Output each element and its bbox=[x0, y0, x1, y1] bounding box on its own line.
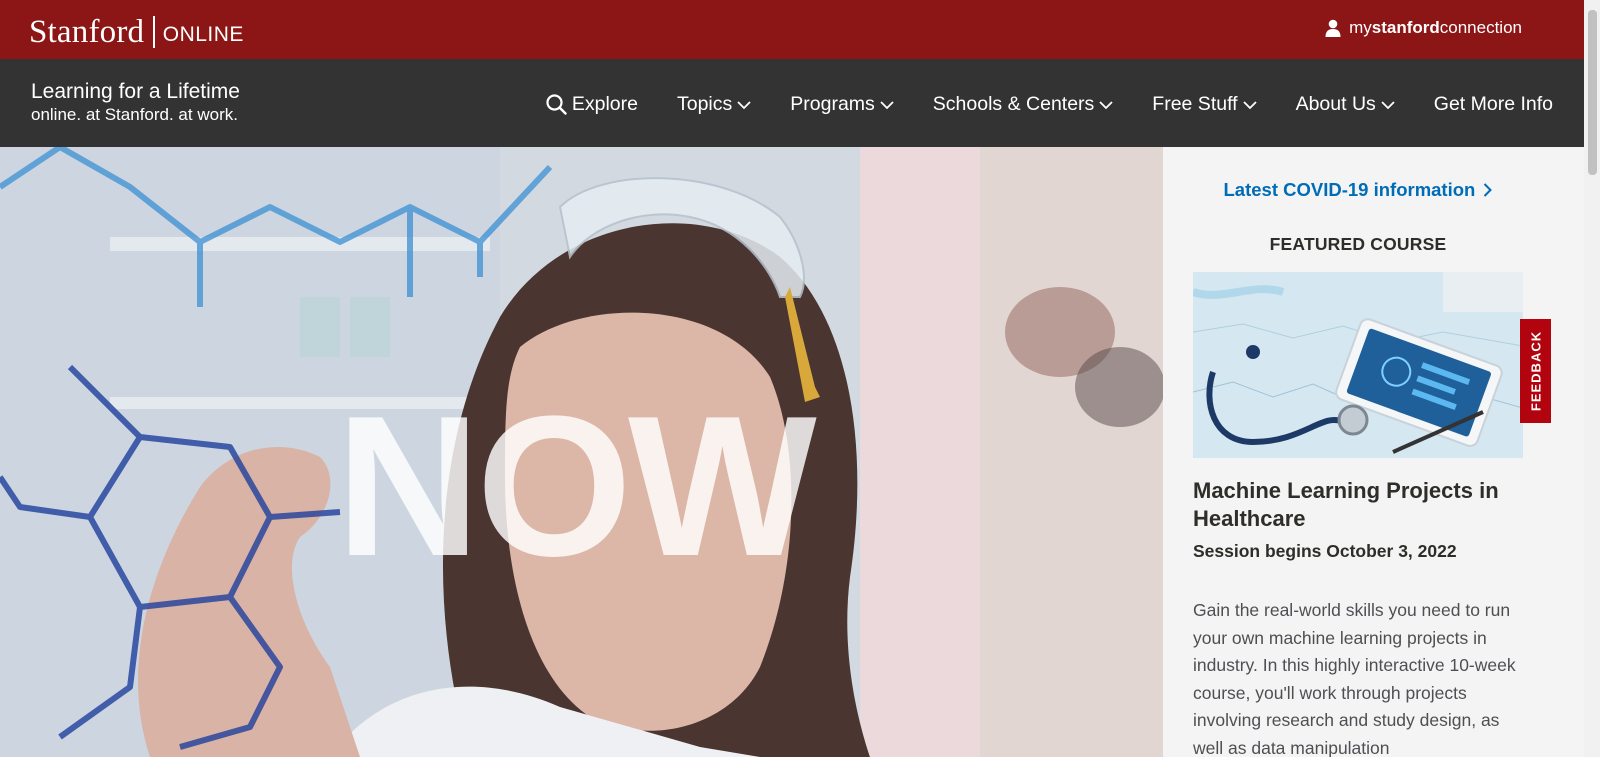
top-bar: Stanford ONLINE my stanford connection bbox=[0, 0, 1584, 59]
course-image[interactable] bbox=[1193, 272, 1523, 458]
primary-nav: Explore Topics Programs Schools & Center… bbox=[546, 93, 1553, 116]
site-tagline[interactable]: Learning for a Lifetime online. at Stanf… bbox=[31, 79, 240, 125]
main-nav-bar: Learning for a Lifetime online. at Stanf… bbox=[0, 59, 1584, 147]
course-title[interactable]: Machine Learning Projects in Healthcare bbox=[1193, 477, 1533, 533]
course-session-date: Session begins October 3, 2022 bbox=[1193, 541, 1457, 561]
account-link-prefix: my bbox=[1349, 18, 1372, 37]
chevron-down-icon bbox=[1099, 101, 1113, 110]
nav-get-more-info[interactable]: Get More Info bbox=[1434, 93, 1553, 116]
nav-free-stuff-label: Free Stuff bbox=[1152, 93, 1238, 115]
nav-schools-centers-label: Schools & Centers bbox=[932, 93, 1095, 115]
covid-info-link[interactable]: Latest COVID-19 information bbox=[1163, 179, 1553, 201]
nav-programs-label: Programs bbox=[790, 93, 875, 115]
hero-headline: NOW bbox=[336, 375, 817, 598]
nav-schools-centers[interactable]: Schools & Centers bbox=[933, 93, 1114, 116]
account-link-bold: stanford bbox=[1371, 18, 1440, 37]
nav-topics[interactable]: Topics bbox=[677, 93, 751, 116]
tagline-subtitle: online. at Stanford. at work. bbox=[31, 105, 238, 124]
logo-divider bbox=[153, 16, 155, 48]
my-stanford-connection-link[interactable]: my stanford connection bbox=[1325, 18, 1522, 38]
nav-about-us-label: About Us bbox=[1295, 93, 1376, 115]
nav-about-us[interactable]: About Us bbox=[1296, 93, 1395, 116]
covid-link-label: Latest COVID-19 information bbox=[1223, 179, 1476, 200]
featured-course-heading: FEATURED COURSE bbox=[1269, 234, 1447, 254]
scrollbar-thumb[interactable] bbox=[1588, 10, 1597, 175]
nav-get-more-info-label: Get More Info bbox=[1433, 93, 1553, 115]
brand-name: Stanford bbox=[29, 14, 145, 50]
chevron-down-icon bbox=[737, 101, 751, 110]
nav-explore[interactable]: Explore bbox=[546, 93, 638, 116]
chevron-down-icon bbox=[1381, 101, 1395, 110]
feedback-tab[interactable]: FEEDBACK bbox=[1520, 319, 1551, 423]
course-description: Gain the real-world skills you need to r… bbox=[1193, 600, 1516, 757]
nav-programs[interactable]: Programs bbox=[790, 93, 894, 116]
account-link-suffix: connection bbox=[1439, 18, 1522, 37]
course-photo bbox=[1193, 272, 1523, 458]
user-icon bbox=[1325, 19, 1341, 37]
nav-explore-label: Explore bbox=[571, 93, 638, 115]
stanford-online-logo[interactable]: Stanford ONLINE bbox=[29, 11, 244, 53]
tagline-title: Learning for a Lifetime bbox=[31, 80, 240, 103]
feedback-label: FEEDBACK bbox=[1528, 330, 1543, 412]
page-scrollbar[interactable] bbox=[1584, 0, 1600, 757]
brand-suffix: ONLINE bbox=[162, 23, 244, 46]
hero-banner: NOW bbox=[0, 147, 1163, 757]
chevron-down-icon bbox=[1242, 101, 1257, 110]
chevron-right-icon bbox=[1484, 183, 1493, 197]
nav-free-stuff[interactable]: Free Stuff bbox=[1152, 93, 1257, 116]
search-icon bbox=[546, 94, 567, 115]
featured-sidebar: Latest COVID-19 information FEATURED COU… bbox=[1163, 147, 1584, 757]
nav-topics-label: Topics bbox=[676, 93, 733, 115]
chevron-down-icon bbox=[880, 101, 894, 110]
